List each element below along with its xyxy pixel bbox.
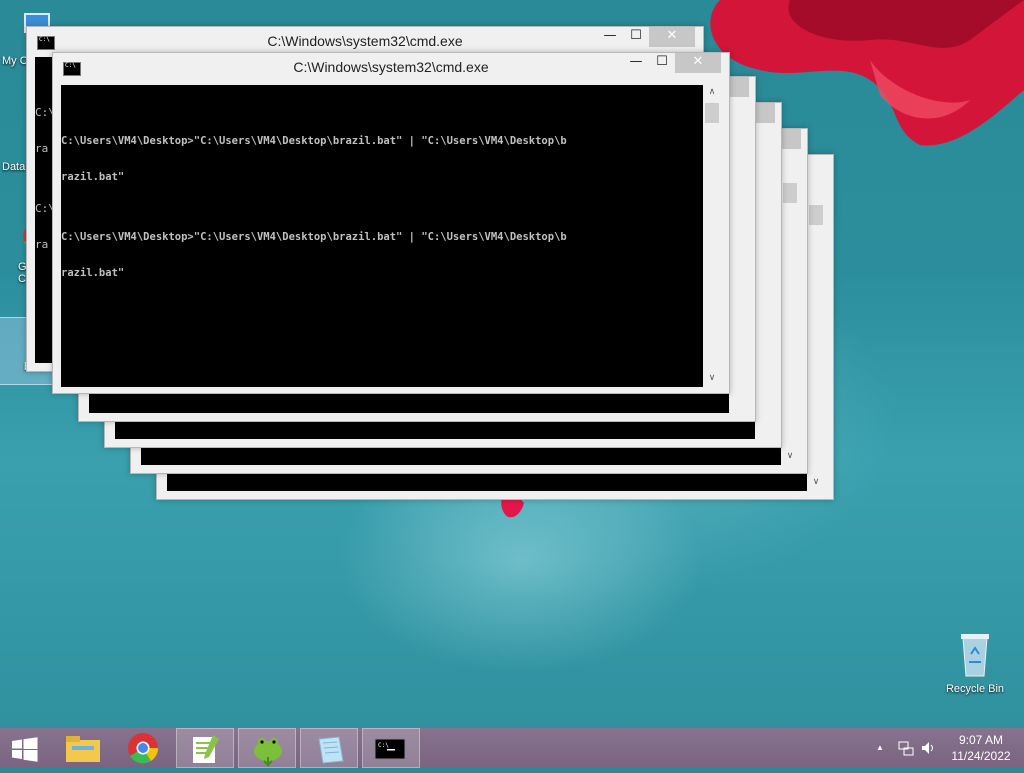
svg-text:C:\: C:\ xyxy=(378,742,389,749)
desktop-icon-label: Recycle Bin xyxy=(945,683,1005,695)
title-bar[interactable]: C:\Windows\system32\cmd.exe — ☐ ✕ xyxy=(53,53,729,81)
taskbar-notepad-plus-plus[interactable] xyxy=(176,728,234,768)
vertical-scrollbar[interactable]: ∨ xyxy=(807,181,825,489)
taskbar-frog-app[interactable] xyxy=(238,728,296,768)
cmd-icon: C:\ xyxy=(374,738,406,760)
console-line: razil.bat" xyxy=(61,171,125,183)
maximize-button[interactable]: ☐ xyxy=(623,27,649,47)
clock-date: 11/24/2022 xyxy=(951,749,1011,763)
windows-logo-icon xyxy=(12,737,38,762)
notepad-plus-plus-icon xyxy=(193,735,219,763)
recycle-bin-icon xyxy=(955,630,995,680)
minimize-button[interactable]: — xyxy=(597,27,623,47)
frog-app-icon xyxy=(254,738,282,768)
clock[interactable]: 9:07 AM 11/24/2022 xyxy=(938,732,1024,764)
start-button[interactable] xyxy=(0,728,50,768)
network-icon[interactable] xyxy=(898,740,914,756)
taskbar-chrome[interactable] xyxy=(114,728,172,768)
title-bar[interactable]: C:\Windows\system32\cmd.exe — ☐ ✕ xyxy=(27,27,703,55)
taskbar: C:\ ▲ 9:07 AM 11/24/2022 xyxy=(0,728,1024,768)
console-line: C:\Users\VM4\Desktop>"C:\Users\VM4\Deskt… xyxy=(61,135,567,147)
scroll-down-arrow[interactable]: ∨ xyxy=(703,373,721,383)
taskbar-file-explorer[interactable] xyxy=(54,728,112,768)
close-button[interactable]: ✕ xyxy=(675,53,721,73)
desktop-icon-recycle-bin[interactable]: Recycle Bin xyxy=(940,630,1010,695)
file-explorer-icon xyxy=(66,736,100,762)
taskbar-notebook-app[interactable] xyxy=(300,728,358,768)
close-button[interactable]: ✕ xyxy=(649,27,695,47)
maximize-button[interactable]: ☐ xyxy=(649,53,675,73)
scroll-up-arrow[interactable]: ∧ xyxy=(703,87,721,97)
scrollbar-thumb[interactable] xyxy=(783,183,797,203)
chrome-icon xyxy=(128,733,159,764)
scroll-down-arrow[interactable]: ∨ xyxy=(807,477,825,487)
notebook-app-icon xyxy=(318,736,344,764)
console-output: C:\Users\VM4\Desktop>"C:\Users\VM4\Deskt… xyxy=(61,85,703,387)
cmd-window-active[interactable]: C:\Windows\system32\cmd.exe — ☐ ✕ C:\Use… xyxy=(52,52,730,394)
vertical-scrollbar[interactable]: ∧ ∨ xyxy=(703,85,721,385)
system-tray: ▲ xyxy=(870,728,940,768)
vertical-scrollbar[interactable]: ∨ xyxy=(781,163,799,463)
console-line: C:\Users\VM4\Desktop>"C:\Users\VM4\Deskt… xyxy=(61,231,567,243)
volume-icon[interactable] xyxy=(920,740,936,756)
minimize-button[interactable]: — xyxy=(623,53,649,73)
taskbar-cmd[interactable]: C:\ xyxy=(362,728,420,768)
clock-time: 9:07 AM xyxy=(958,733,1004,747)
console-line: razil.bat" xyxy=(61,267,125,279)
scroll-down-arrow[interactable]: ∨ xyxy=(781,451,799,461)
scrollbar-thumb[interactable] xyxy=(705,103,719,123)
show-hidden-icons-button[interactable]: ▲ xyxy=(876,743,884,752)
scrollbar-thumb[interactable] xyxy=(809,205,823,225)
